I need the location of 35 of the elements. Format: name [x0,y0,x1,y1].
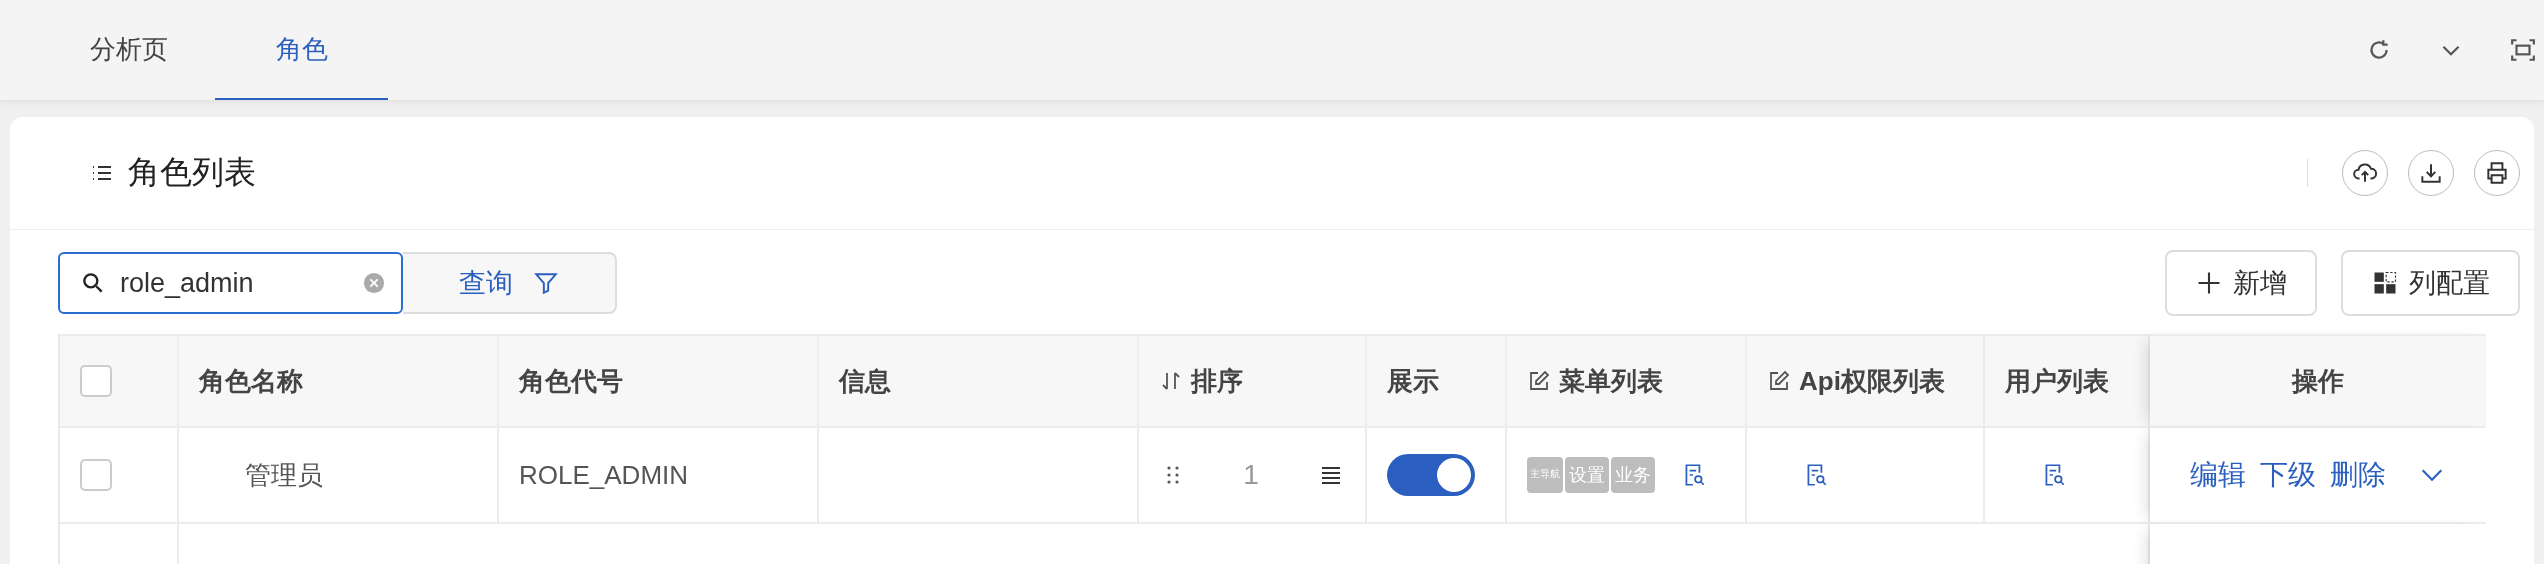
fullscreen-icon[interactable] [2510,37,2536,63]
action-link[interactable]: 下级 [2260,456,2316,494]
query-button[interactable]: 查询 [403,252,617,314]
checkbox[interactable] [80,365,112,397]
table-cell: ROLE_ADMIN [519,459,689,491]
sort-number: 1 [1243,459,1259,491]
column-header: 操作 [2292,364,2344,398]
printer-icon [2484,160,2510,186]
action-link[interactable]: 编辑 [2190,456,2246,494]
toolbar-button[interactable]: 列配置 [2341,250,2520,316]
checkbox[interactable] [80,459,112,491]
edit-icon [1767,369,1791,393]
page-tab[interactable]: 分析页 [42,0,215,100]
column-header: 信息 [839,364,891,398]
upload-button[interactable] [2342,150,2388,196]
column-header: 展示 [1387,364,1439,398]
column-header: 菜单列表 [1559,364,1663,398]
card-title: 角色列表 [128,153,256,192]
page-tab[interactable]: 角色 [215,0,388,100]
menu-tag: 设置 [1565,457,1609,493]
action-link[interactable]: 删除 [2330,456,2386,494]
column-header: 排序 [1191,364,1243,398]
filter-icon [533,270,559,296]
toolbar-button[interactable]: 新增 [2165,250,2317,316]
column-header: 角色名称 [199,364,303,398]
toggle-switch[interactable] [1387,454,1475,496]
menu-tag: 业务 [1611,457,1655,493]
column-header: 用户列表 [2005,364,2109,398]
column-header: Api权限列表 [1799,364,1945,398]
table-cell-text: 管理员 [244,458,323,492]
search-field[interactable]: role_admin [58,252,403,314]
download-button[interactable] [2408,150,2454,196]
edit-icon [1527,369,1551,393]
print-button[interactable] [2474,150,2520,196]
column-header: 角色代号 [519,364,623,398]
